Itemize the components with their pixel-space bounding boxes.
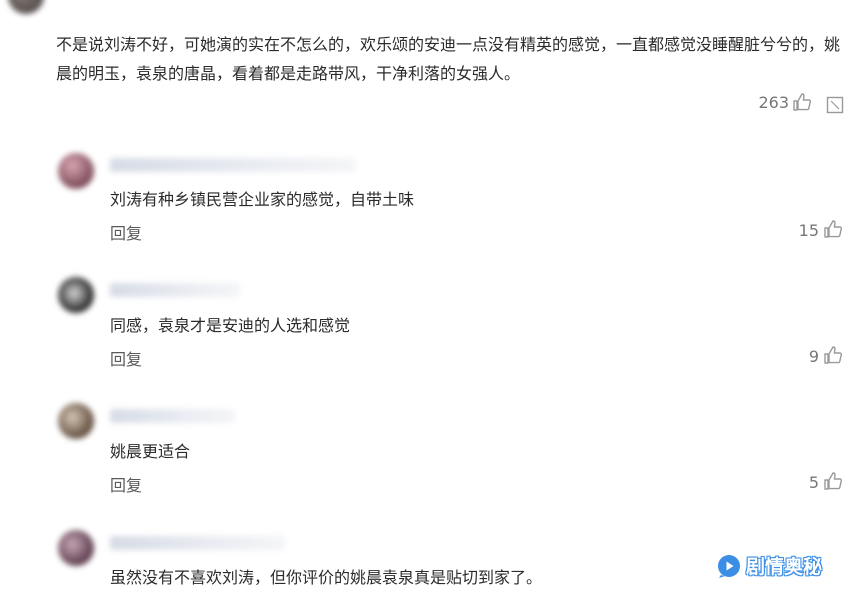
like-count: 5 [808, 473, 819, 492]
username-blurred[interactable] [110, 409, 235, 423]
watermark-text: 剧情奥秘 [746, 556, 823, 578]
avatar[interactable] [8, 0, 44, 14]
avatar[interactable] [58, 530, 94, 566]
reply-link[interactable]: 回复 [110, 346, 142, 370]
dislike-icon[interactable] [826, 96, 844, 114]
reply-link[interactable]: 回复 [110, 472, 142, 496]
reply-text: 姚晨更适合 [110, 442, 191, 461]
thumbs-up-icon[interactable] [823, 471, 843, 491]
avatar[interactable] [58, 403, 94, 439]
username-blurred[interactable] [110, 283, 240, 297]
like-count: 9 [808, 347, 819, 366]
reply-text: 虽然没有不喜欢刘涛，但你评价的姚晨袁泉真是贴切到家了。 [110, 568, 543, 587]
reply-text: 刘涛有种乡镇民营企业家的感觉，自带土味 [110, 190, 415, 209]
reply-link[interactable]: 回复 [110, 220, 142, 244]
reply-text: 同感，袁泉才是安迪的人选和感觉 [110, 316, 351, 335]
watermark: 剧情奥秘 [716, 552, 822, 579]
thumbs-up-icon[interactable] [792, 92, 812, 112]
username-blurred[interactable] [110, 536, 285, 550]
username-blurred[interactable] [110, 158, 355, 172]
avatar[interactable] [58, 153, 94, 189]
play-bubble-icon [716, 553, 742, 579]
avatar[interactable] [58, 277, 94, 313]
thumbs-up-icon[interactable] [823, 345, 843, 365]
comment-text: 不是说刘涛不好，可她演的实在不怎么的，欢乐颂的安迪一点没有精英的感觉，一直都感觉… [56, 35, 841, 83]
like-count: 15 [798, 221, 819, 240]
thumbs-up-icon[interactable] [823, 219, 843, 239]
like-count: 263 [758, 93, 789, 112]
